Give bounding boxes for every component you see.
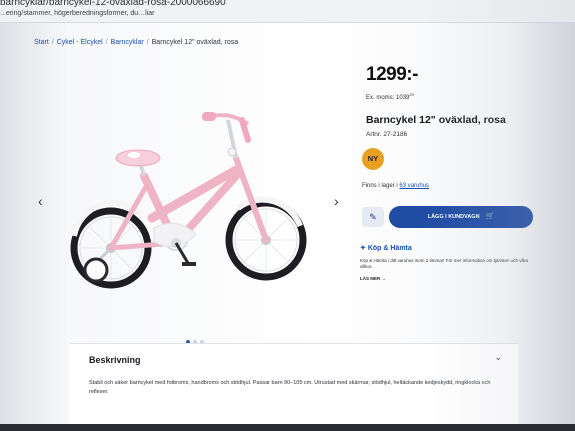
add-to-cart-label: LÄGG I KUNDVAGN bbox=[427, 214, 480, 220]
read-more-link[interactable]: LÄS MER → bbox=[360, 276, 386, 281]
add-to-cart-button[interactable]: LÄGG I KUNDVAGN 🛒 bbox=[389, 206, 533, 228]
pickup-icon: ✦ bbox=[360, 245, 366, 252]
bike-illustration bbox=[70, 112, 307, 289]
top-notice: ...ering/stammer, högerberedningsformer,… bbox=[0, 10, 155, 17]
stock-prefix: Finns i lager i bbox=[362, 183, 398, 189]
new-badge: NY bbox=[362, 148, 384, 170]
cart-icon: 🛒 bbox=[485, 213, 495, 220]
stock-stores-link[interactable]: 63 varuhus bbox=[399, 183, 429, 189]
address-bar[interactable]: barncyklar/barncykel-12-ovaxlad-rosa-200… bbox=[0, 0, 226, 8]
bike-seat bbox=[115, 149, 161, 177]
bike-handlebar bbox=[202, 112, 251, 159]
breadcrumb-separator: / bbox=[51, 39, 54, 46]
ex-vat-value: 1039 bbox=[396, 95, 410, 101]
stock-status: Finns i lager i 63 varuhus bbox=[362, 183, 429, 189]
description-text: Stabil och säker barncykel med fotbroms,… bbox=[89, 380, 491, 395]
pickup-description: Köp & Hämta i ditt varuhus inom 2 timmar… bbox=[360, 258, 529, 269]
breadcrumb-cykel[interactable]: Cykel - Elcykel bbox=[57, 39, 103, 46]
ex-vat-cents: 20 bbox=[409, 92, 414, 97]
breadcrumb-separator: / bbox=[146, 39, 149, 46]
pickup-title: ✦ Köp & Hämta bbox=[360, 244, 412, 252]
ex-vat-label: Ex. moms: bbox=[366, 95, 395, 101]
breadcrumb-start[interactable]: Start bbox=[34, 39, 49, 46]
breadcrumb-current: Barncykel 12" oväxlad, rosa bbox=[151, 39, 239, 46]
breadcrumb-barncyklar[interactable]: Barncyklar bbox=[111, 39, 144, 46]
pickup-title-text: Köp & Hämta bbox=[367, 245, 412, 252]
chevron-left-icon[interactable]: ‹ bbox=[38, 193, 43, 209]
breadcrumb-separator: / bbox=[105, 39, 108, 46]
description-panel: Beskrivning ⌄ Stabil och säker barncykel… bbox=[70, 343, 518, 431]
chevron-down-icon[interactable]: ⌄ bbox=[494, 352, 502, 363]
product-title: Barncykel 12" oväxlad, rosa bbox=[366, 114, 506, 126]
product-image[interactable] bbox=[56, 58, 336, 333]
article-number: Artnr. 27-2186 bbox=[366, 131, 408, 138]
description-title[interactable]: Beskrivning bbox=[89, 355, 141, 365]
edit-icon[interactable]: ✎ bbox=[362, 207, 384, 227]
screen: barncyklar/barncykel-12-ovaxlad-rosa-200… bbox=[0, 0, 575, 431]
browser-bar: barncyklar/barncykel-12-ovaxlad-rosa-200… bbox=[0, 0, 575, 23]
breadcrumb: Start / Cykel - Elcykel / Barncyklar / Barncyk… bbox=[34, 39, 238, 46]
monitor-bezel bbox=[0, 424, 575, 431]
price-ex-vat: Ex. moms: 103920 bbox=[366, 92, 414, 101]
product-price: 1299:- bbox=[366, 64, 418, 85]
